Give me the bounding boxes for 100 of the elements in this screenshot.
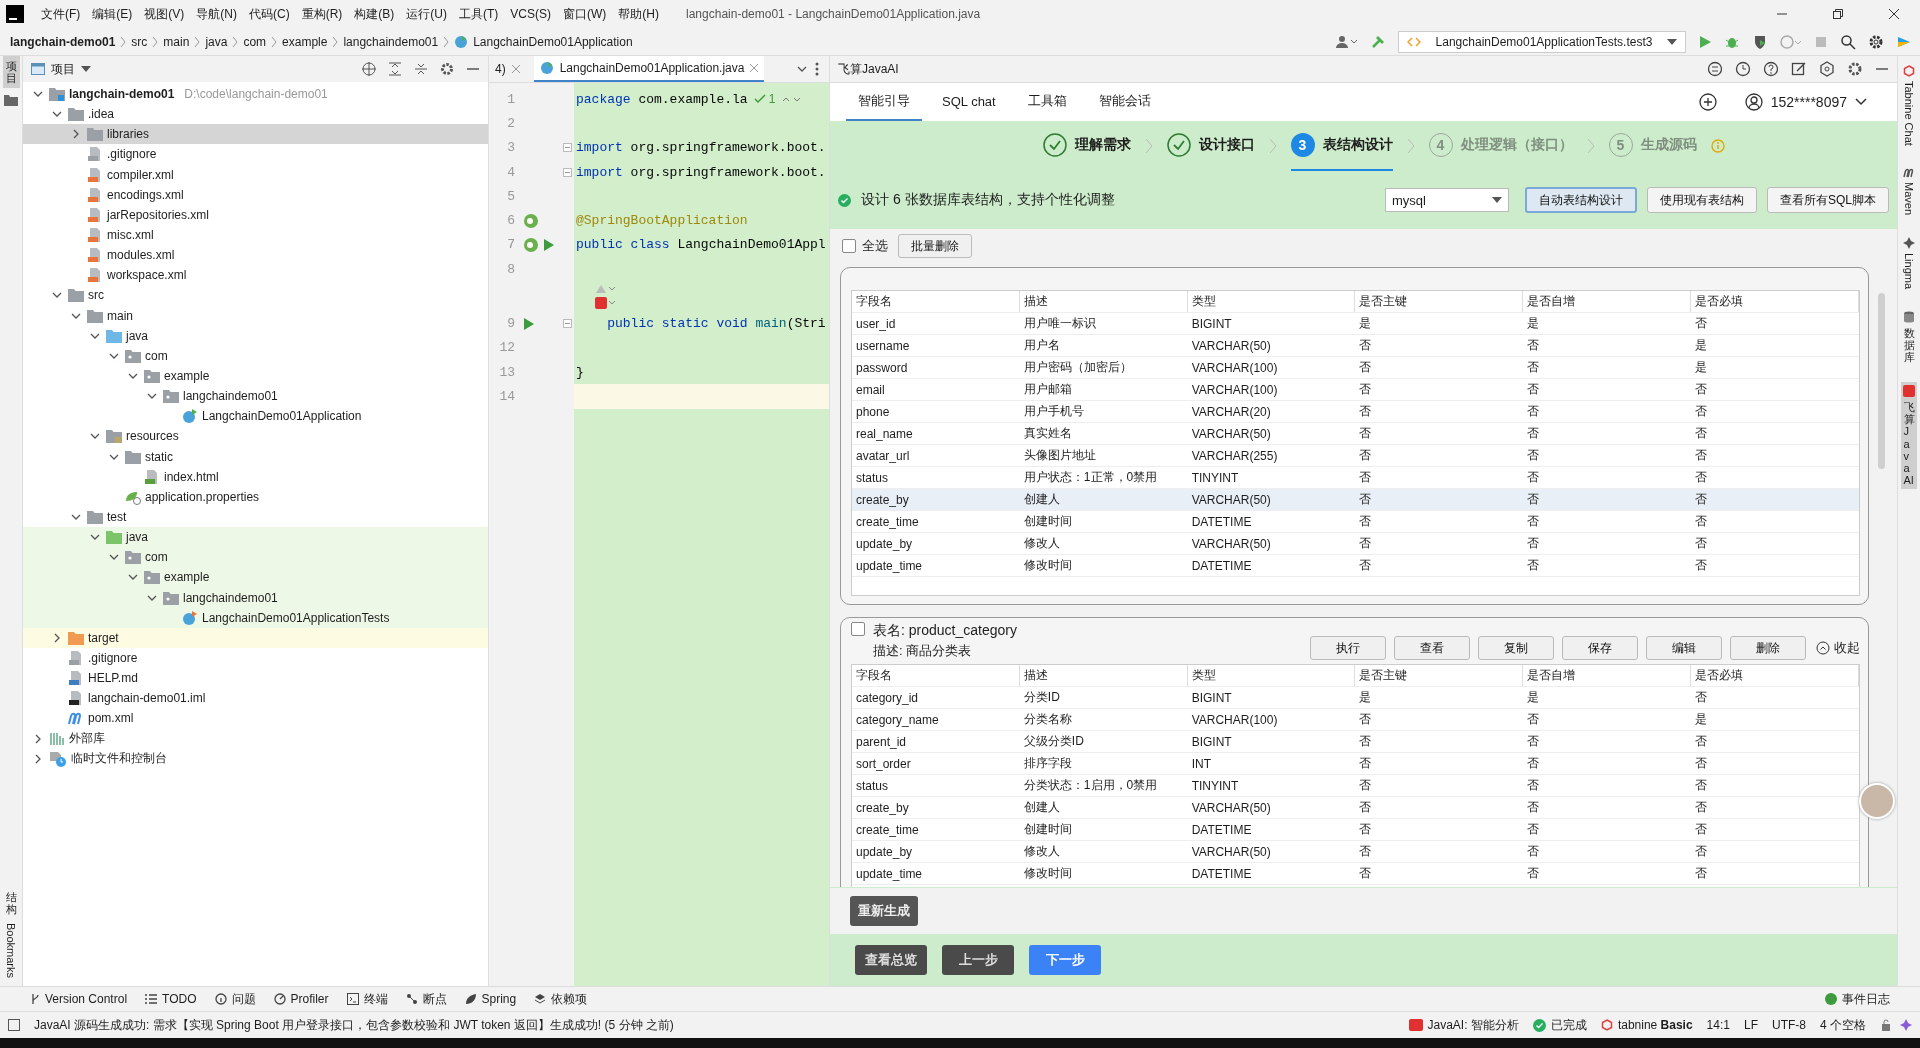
tree-item[interactable]: modules.xml [107,248,175,263]
tree-item[interactable]: test [107,510,127,524]
menu-item[interactable]: 构建(B) [349,5,400,23]
plugin-badge-icon[interactable] [595,297,615,310]
menu-item[interactable]: 帮助(H) [613,5,664,23]
tool-window-button[interactable]: Version Control [30,992,128,1006]
footer-button[interactable]: 上一步 [942,945,1014,975]
tree-item[interactable]: java [126,328,148,343]
table-action-button[interactable]: 复制 [1478,636,1554,660]
brain-icon[interactable] [1707,61,1723,77]
tree-item[interactable]: HELP.md [88,671,138,686]
chevron-right-icon[interactable] [54,632,60,643]
action-button[interactable]: 使用现有表结构 [1647,187,1757,213]
chevron-down-icon[interactable] [52,111,62,118]
help-icon[interactable] [1763,61,1779,77]
tree-item[interactable]: com [145,550,168,565]
account-menu[interactable]: 152****8097 [1744,83,1867,121]
tree-item[interactable]: .gitignore [107,147,157,162]
history-icon[interactable] [1735,61,1751,77]
search-icon[interactable] [1840,33,1856,50]
action-button[interactable]: 自动表结构设计 [1525,187,1637,213]
tree-item[interactable]: langchaindemo01 [183,389,278,404]
tree-item[interactable]: jarRepositories.xml [107,207,210,222]
tree-item[interactable]: index.html [164,469,219,484]
menu-item[interactable]: 代码(C) [244,5,295,23]
database-select[interactable]: mysql [1385,188,1509,212]
tool-window-tab[interactable]: 飞算JavaAI [1901,382,1917,489]
select-all-checkbox[interactable]: 全选 [842,237,888,255]
event-log-button[interactable]: 事件日志 [1825,990,1890,1008]
hexagon-icon[interactable] [1819,61,1835,77]
chevron-down-icon[interactable] [147,393,157,400]
fold-marker-icon[interactable] [563,167,572,177]
tree-item[interactable]: target [88,630,119,645]
bean-icon[interactable] [523,212,539,229]
panel-tab[interactable]: 智能会话 [1086,83,1163,121]
tool-window-tab[interactable]: Tabnine Chat [1901,62,1917,149]
chevron-down-icon[interactable] [147,594,157,601]
tree-item[interactable]: compiler.xml [107,167,174,182]
tree-item[interactable]: java [126,530,148,545]
table-action-button[interactable]: 执行 [1310,636,1386,660]
menu-item[interactable]: 文件(F) [36,5,86,23]
tree-item[interactable]: workspace.xml [107,268,187,283]
menu-item[interactable]: 导航(N) [191,5,242,23]
breadcrumb-item[interactable]: main [163,34,190,49]
breadcrumb-item[interactable]: com [243,34,267,49]
breadcrumb-item[interactable]: src [131,34,148,49]
tool-window-tab[interactable]: Maven [1901,164,1917,218]
tool-window-button[interactable]: 终端 [346,990,388,1008]
bean-icon[interactable] [523,236,539,253]
tree-item[interactable]: .idea [88,107,115,122]
regenerate-button[interactable]: 重新生成 [850,896,918,926]
tool-window-button[interactable]: 依赖项 [534,990,588,1008]
collapse-link[interactable]: 收起 [1816,639,1860,657]
status-item[interactable]: JavaAI: 智能分析 [1408,1016,1519,1034]
tree-item[interactable]: 临时文件和控制台 [71,750,167,768]
status-item[interactable]: UTF-8 [1772,1018,1806,1032]
menu-item[interactable]: 窗口(W) [558,5,612,23]
menu-item[interactable]: 编辑(E) [87,5,138,23]
edit-icon[interactable] [1791,61,1807,77]
chevron-down-icon[interactable] [109,453,119,460]
tree-item[interactable]: 外部库 [69,730,105,748]
status-message[interactable]: JavaAI 源码生成成功: 需求【实现 Spring Boot 用户登录接口，包含参数校验和 JWT token 返回】生成成功! (5 分钟 之前) [34,1016,674,1034]
collapse-all-icon[interactable] [414,62,428,76]
tool-window-tab[interactable]: Bookmarks [2,918,20,982]
table-action-button[interactable]: 查看 [1394,636,1470,660]
tool-window-button[interactable]: TODO [145,992,197,1006]
tree-item[interactable]: example [164,369,210,384]
status-item[interactable]: 已完成 [1532,1016,1587,1034]
run-configuration-select[interactable]: LangchainDemo01ApplicationTests.test3 [1398,30,1686,53]
chevron-down-icon[interactable] [33,91,43,98]
shield-icon[interactable] [1752,33,1768,50]
tree-item[interactable]: main [107,308,133,323]
tree-item[interactable]: encodings.xml [107,187,184,202]
chevron-down-icon[interactable] [128,574,138,581]
lock-icon[interactable] [1880,1019,1892,1031]
fold-marker-icon[interactable] [563,319,572,328]
chevron-down-icon[interactable] [109,352,119,359]
chevron-down-icon[interactable] [71,514,81,520]
tree-item[interactable]: langchain-demo01.iml [88,691,206,706]
tree-item[interactable]: misc.xml [107,228,154,243]
breadcrumb-item[interactable]: langchain-demo01 [10,34,116,49]
folder-icon[interactable] [4,94,18,107]
run-icon[interactable] [543,237,555,252]
scrollbar-thumb[interactable] [1878,293,1885,469]
status-item[interactable]: tabnine Basic [1600,1018,1693,1032]
chevron-down-icon[interactable] [71,312,81,319]
tool-window-button[interactable]: 问题 [214,990,256,1008]
chevron-down-icon[interactable] [52,292,62,299]
tree-item[interactable]: LangchainDemo01Application [202,409,362,424]
table-action-button[interactable]: 保存 [1562,636,1638,660]
tree-item[interactable]: pom.xml [88,711,134,726]
tree-item[interactable]: example [164,570,210,585]
chevron-down-icon[interactable] [128,373,138,380]
chevron-right-icon[interactable] [35,753,41,764]
close-icon[interactable] [1888,8,1900,20]
menu-item[interactable]: VCS(S) [505,7,556,21]
menu-item[interactable]: 运行(U) [401,5,452,23]
expand-all-icon[interactable] [388,62,402,76]
panel-toggle-icon[interactable] [8,1019,20,1031]
tree-item[interactable]: .gitignore [88,651,138,665]
